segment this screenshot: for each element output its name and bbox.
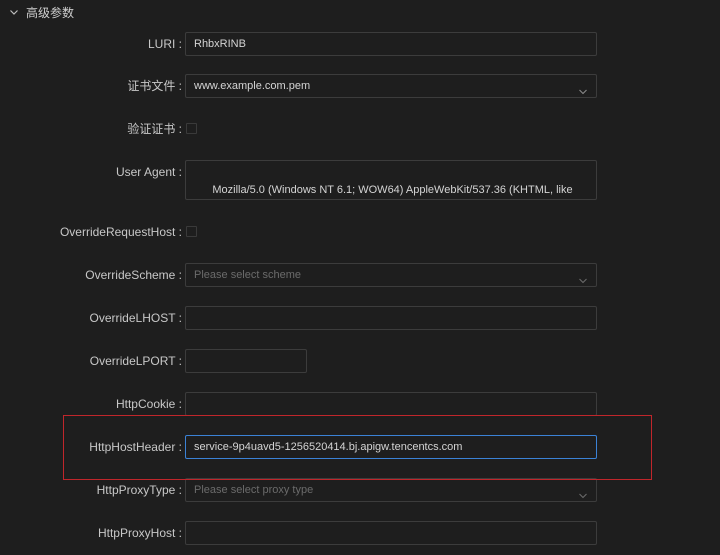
luri-value: RhbxRINB <box>194 38 246 50</box>
luri-input[interactable]: RhbxRINB <box>185 32 597 56</box>
luri-label: LURI : <box>147 37 182 51</box>
section-title: 高级参数 <box>26 5 75 20</box>
advanced-params-panel: 高级参数 LURI : RhbxRINB 证书文件 : www.example.… <box>0 0 720 555</box>
override-lport-label: OverrideLPORT : <box>89 354 182 368</box>
user-agent-label: User Agent : <box>115 165 182 179</box>
http-proxy-type-label: HttpProxyType : <box>96 483 182 497</box>
http-proxy-type-placeholder: Please select proxy type <box>194 484 314 496</box>
override-lport-input[interactable] <box>185 349 307 373</box>
http-proxy-host-input[interactable] <box>185 521 597 545</box>
override-lhost-input[interactable] <box>185 306 597 330</box>
user-agent-value: Mozilla/5.0 (Windows NT 6.1; WOW64) Appl… <box>212 184 573 196</box>
http-proxy-type-select[interactable]: Please select proxy type <box>185 478 597 502</box>
section-header-advanced[interactable]: 高级参数 <box>8 2 74 22</box>
override-scheme-select[interactable]: Please select scheme <box>185 263 597 287</box>
override-lhost-label: OverrideLHOST : <box>89 311 182 325</box>
cert-file-label: 证书文件 : <box>127 79 182 93</box>
override-scheme-placeholder: Please select scheme <box>194 269 301 281</box>
override-request-host-checkbox[interactable] <box>186 226 197 237</box>
chevron-down-icon <box>578 271 588 284</box>
user-agent-textarea[interactable]: Mozilla/5.0 (Windows NT 6.1; WOW64) Appl… <box>185 160 597 200</box>
http-host-header-input[interactable]: service-9p4uavd5-1256520414.bj.apigw.ten… <box>185 435 597 459</box>
chevron-down-icon <box>578 486 588 499</box>
http-host-header-label: HttpHostHeader : <box>89 440 182 454</box>
http-cookie-label: HttpCookie : <box>115 397 182 411</box>
override-request-host-label: OverrideRequestHost : <box>59 225 182 239</box>
resize-grip-icon[interactable] <box>587 190 594 197</box>
http-host-header-value: service-9p4uavd5-1256520414.bj.apigw.ten… <box>194 441 463 453</box>
verify-cert-checkbox[interactable] <box>186 123 197 134</box>
http-proxy-host-label: HttpProxyHost : <box>97 526 182 540</box>
verify-cert-label: 验证证书 : <box>127 122 182 136</box>
override-scheme-label: OverrideScheme : <box>85 268 182 282</box>
cert-file-select[interactable]: www.example.com.pem <box>185 74 597 98</box>
chevron-down-icon <box>578 82 588 95</box>
cert-file-value: www.example.com.pem <box>194 80 311 92</box>
chevron-down-icon <box>8 6 20 18</box>
http-cookie-input[interactable] <box>185 392 597 416</box>
